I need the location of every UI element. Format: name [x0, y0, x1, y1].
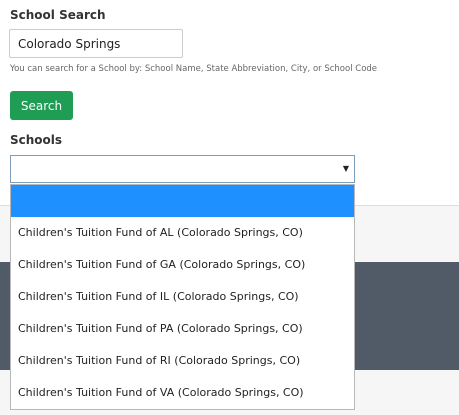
- dropdown-option[interactable]: Children's Tuition Fund of IL (Colorado …: [11, 281, 354, 313]
- caret-down-icon: ▼: [342, 164, 349, 173]
- school-search-label: School Search: [10, 8, 106, 22]
- dropdown-option[interactable]: Children's Tuition Fund of GA (Colorado …: [11, 249, 354, 281]
- search-help-text: You can search for a School by: School N…: [10, 64, 378, 74]
- dropdown-option[interactable]: Children's Tuition Fund of PA (Colorado …: [11, 313, 354, 345]
- schools-select[interactable]: ▼: [10, 155, 355, 183]
- schools-dropdown-list: Children's Tuition Fund of AL (Colorado …: [10, 184, 355, 410]
- dropdown-option[interactable]: Children's Tuition Fund of RI (Colorado …: [11, 345, 354, 377]
- dropdown-option-blank[interactable]: [11, 185, 354, 217]
- school-search-input[interactable]: [9, 29, 183, 58]
- dropdown-option[interactable]: Children's Tuition Fund of AL (Colorado …: [11, 217, 354, 249]
- search-button[interactable]: Search: [10, 91, 73, 120]
- dropdown-option[interactable]: Children's Tuition Fund of VA (Colorado …: [11, 377, 354, 409]
- schools-label: Schools: [10, 133, 63, 147]
